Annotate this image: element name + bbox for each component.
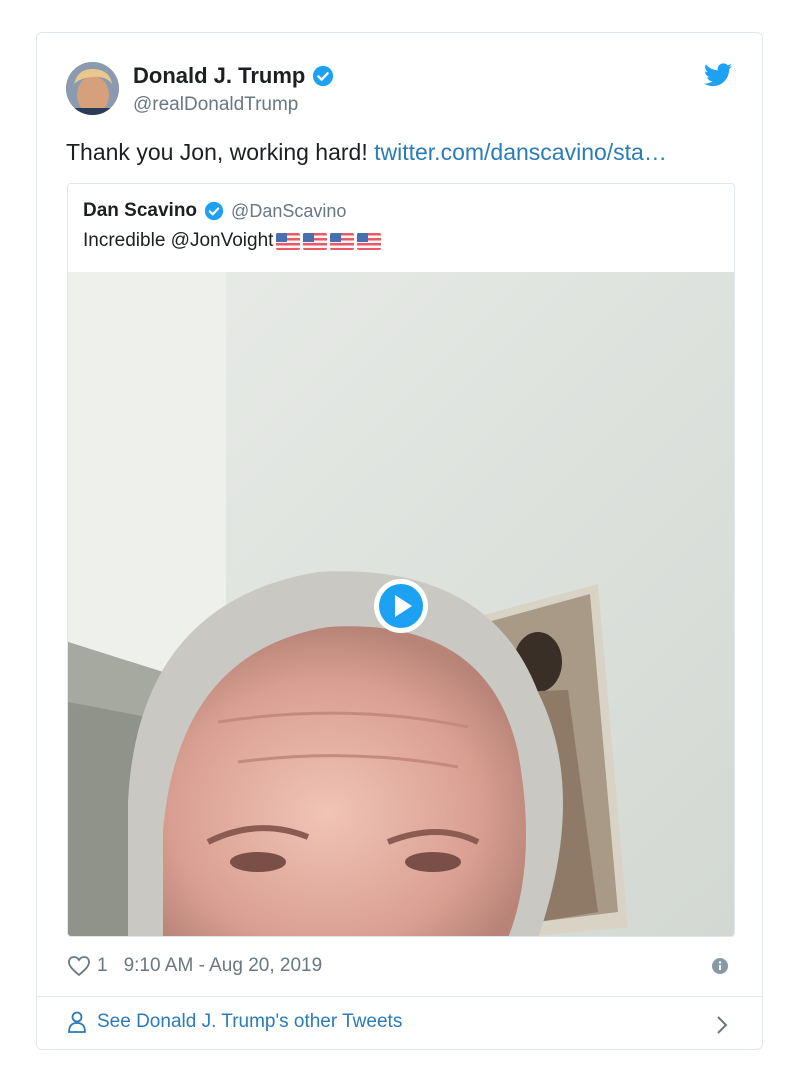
verified-badge-icon	[204, 201, 224, 221]
see-other-tweets-label[interactable]: See Donald J. Trump's other Tweets	[97, 1011, 402, 1033]
verified-badge-icon	[313, 65, 334, 87]
tweet-meta: 1 9:10 AM - Aug 20, 2019	[67, 955, 322, 977]
tweet-link[interactable]: twitter.com/danscavino/sta…	[374, 139, 667, 165]
embedded-tweet-card: Donald J. Trump @realDonaldTrump Thank y…	[36, 32, 763, 1050]
tweet-text: Thank you Jon, working hard! twitter.com…	[66, 139, 667, 166]
heart-icon[interactable]	[67, 955, 91, 977]
quoted-tweet-text: Incredible @JonVoight	[83, 230, 382, 252]
tweet-timestamp[interactable]: 9:10 AM - Aug 20, 2019	[124, 955, 323, 977]
play-icon[interactable]	[372, 577, 430, 635]
quoted-tweet[interactable]: Dan Scavino @DanScavino Incredible @JonV…	[67, 183, 735, 937]
quoted-tweet-header: Dan Scavino @DanScavino	[83, 200, 346, 222]
author-name-text[interactable]: Donald J. Trump	[133, 63, 305, 89]
us-flag-emoji	[330, 232, 355, 250]
see-other-tweets-link[interactable]: See Donald J. Trump's other Tweets	[67, 1011, 402, 1033]
quoted-author-name[interactable]: Dan Scavino	[83, 200, 197, 222]
quoted-tweet-body: Incredible @JonVoight	[83, 230, 274, 251]
person-icon	[68, 1011, 86, 1033]
video-thumbnail[interactable]	[68, 272, 734, 936]
us-flag-emoji	[303, 232, 328, 250]
us-flag-emoji	[357, 232, 382, 250]
chevron-right-icon[interactable]	[716, 1015, 728, 1035]
author-avatar[interactable]	[66, 62, 119, 115]
info-icon[interactable]	[712, 958, 728, 974]
like-count[interactable]: 1	[97, 955, 108, 977]
tweet-body: Thank you Jon, working hard!	[66, 139, 368, 165]
us-flag-emoji	[276, 232, 301, 250]
author-handle[interactable]: @realDonaldTrump	[133, 94, 298, 116]
twitter-bird-icon[interactable]	[704, 63, 732, 87]
divider	[37, 996, 762, 997]
author-name[interactable]: Donald J. Trump	[133, 63, 334, 89]
quoted-author-handle[interactable]: @DanScavino	[231, 201, 346, 222]
